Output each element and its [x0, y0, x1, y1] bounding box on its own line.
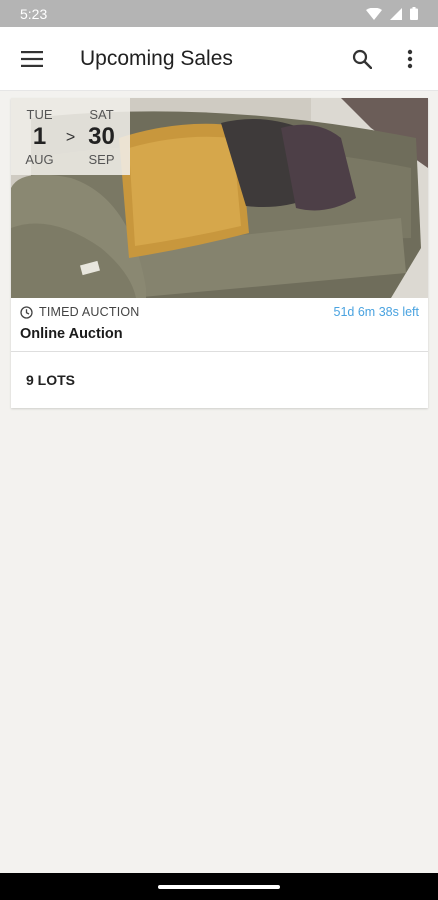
end-day-of-week: SAT — [89, 106, 114, 122]
home-handle[interactable] — [158, 884, 280, 889]
sale-type: TIMED AUCTION — [39, 305, 140, 319]
sale-meta: TIMED AUCTION 51d 6m 38s left — [11, 298, 428, 326]
app-bar-actions — [338, 35, 438, 83]
start-day-of-week: TUE — [26, 106, 53, 122]
navigation-bar — [0, 873, 438, 900]
start-month: AUG — [25, 151, 54, 167]
sale-card[interactable]: TUE 1 AUG > SAT 30 SEP TIMED AUCTION 51d… — [11, 98, 428, 408]
end-month: SEP — [88, 151, 115, 167]
start-day: 1 — [32, 122, 47, 150]
start-date: TUE 1 AUG — [16, 107, 64, 167]
search-icon — [352, 49, 372, 69]
search-button[interactable] — [338, 35, 386, 83]
app-bar: Upcoming Sales — [0, 27, 438, 91]
time-left: 51d 6m 38s left — [333, 305, 419, 319]
page-title: Upcoming Sales — [80, 46, 233, 70]
more-vert-icon — [407, 49, 413, 68]
overflow-menu-button[interactable] — [386, 35, 434, 83]
cell-signal-icon — [390, 7, 402, 20]
end-date: SAT 30 SEP — [78, 107, 126, 167]
menu-button[interactable] — [0, 27, 64, 91]
hamburger-menu-icon — [21, 50, 43, 67]
sale-date-range: TUE 1 AUG > SAT 30 SEP — [11, 98, 130, 175]
battery-icon — [410, 7, 418, 20]
wifi-icon — [366, 7, 382, 20]
status-icons — [366, 7, 418, 20]
sale-image[interactable]: TUE 1 AUG > SAT 30 SEP — [11, 98, 428, 298]
end-day: 30 — [88, 122, 115, 150]
date-separator: > — [65, 128, 76, 146]
clock-icon — [20, 305, 33, 319]
lots-count[interactable]: 9 LOTS — [11, 352, 428, 408]
sale-title[interactable]: Online Auction — [11, 326, 428, 352]
status-time: 5:23 — [20, 5, 48, 22]
status-bar: 5:23 — [0, 0, 438, 27]
